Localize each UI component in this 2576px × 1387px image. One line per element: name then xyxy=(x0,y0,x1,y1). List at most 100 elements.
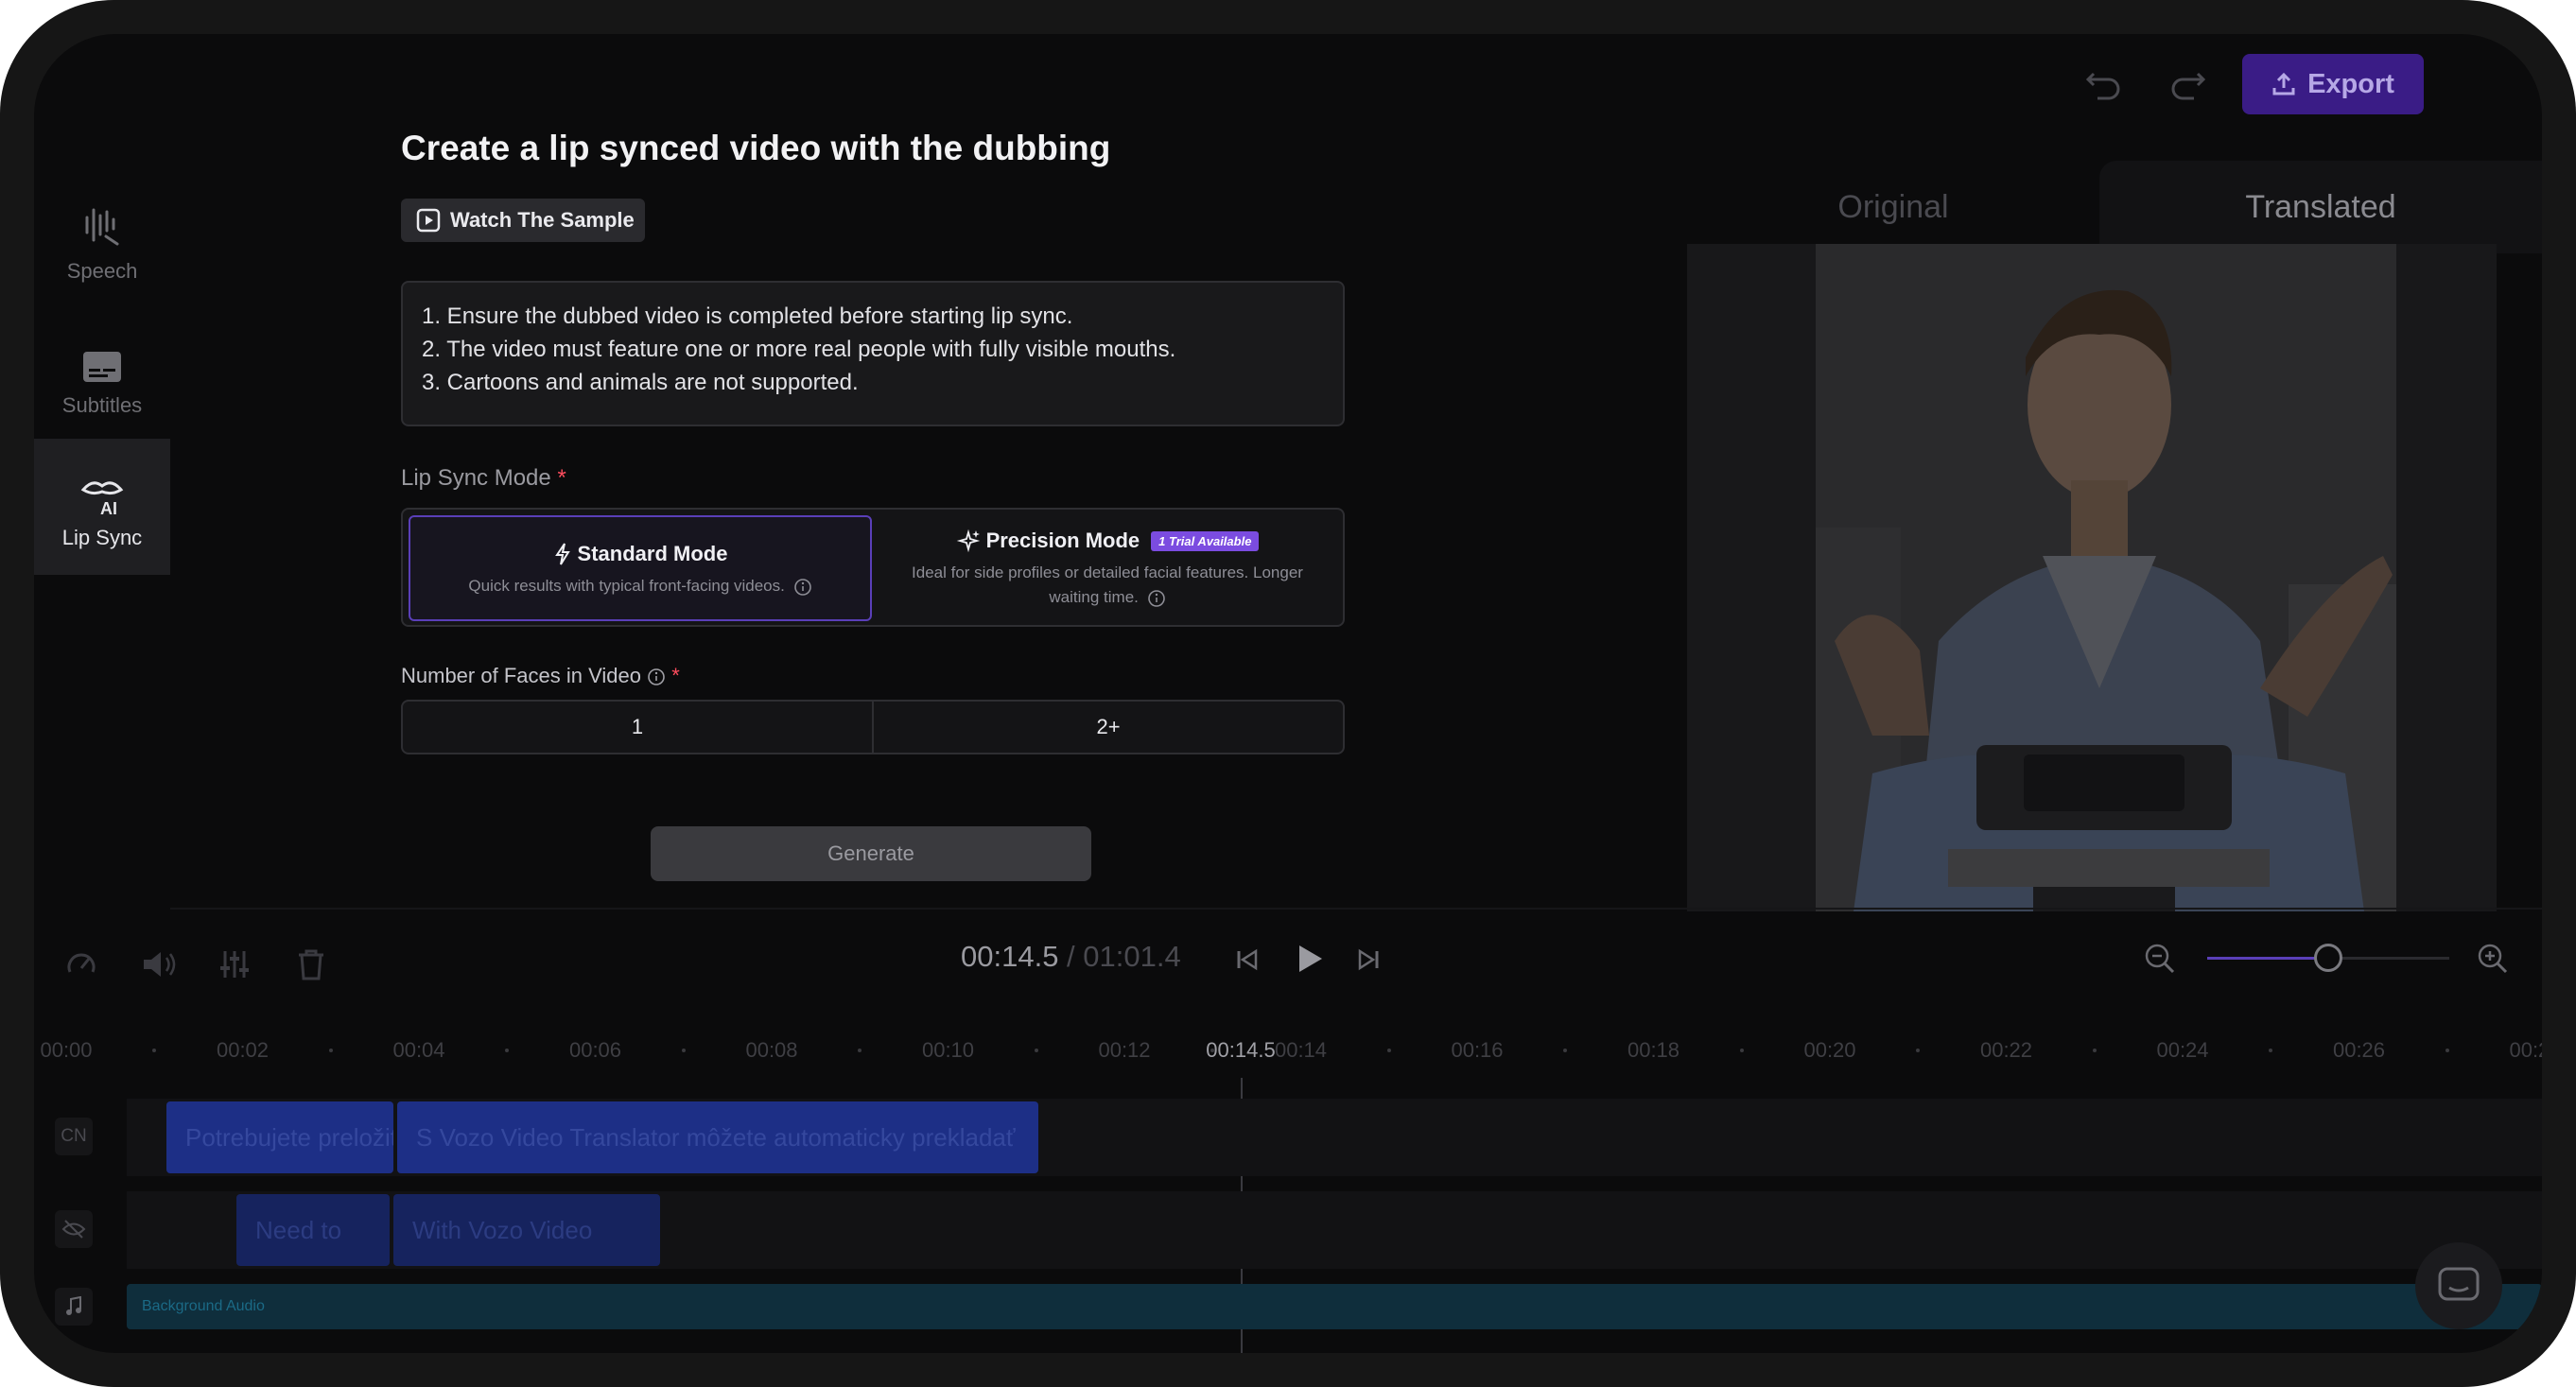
zoom-slider-fill xyxy=(2207,957,2328,960)
time-separator: / xyxy=(1058,940,1084,973)
panel-divider xyxy=(170,908,2542,910)
playhead-time: 00:14.5 xyxy=(1206,1038,1276,1062)
ruler-tick-label: 00:26 xyxy=(2332,1038,2386,1062)
ruler-tick-label: 00:18 xyxy=(1627,1038,1680,1062)
zoom-slider-handle[interactable] xyxy=(2314,944,2342,972)
chat-icon xyxy=(2438,1267,2480,1301)
lip-sync-mode-text: Lip Sync Mode xyxy=(401,465,551,491)
faces-label: Number of Faces in Video * xyxy=(401,664,680,688)
ruler-tick-dot xyxy=(681,1049,686,1052)
ruler-tick-label: 00:20 xyxy=(1803,1038,1856,1062)
precision-mode-title: Precision Mode 1 Trial Available xyxy=(876,529,1339,553)
ruler-tick-label: 00:08 xyxy=(745,1038,798,1062)
total-time: 01:01.4 xyxy=(1083,940,1181,973)
upload-icon xyxy=(2272,72,2295,95)
ruler-tick-label: 00:00 xyxy=(40,1038,93,1062)
video-frame-image xyxy=(1816,244,2396,911)
audio-track-icon xyxy=(55,1288,93,1326)
ruler-tick-dot xyxy=(2269,1049,2273,1052)
svg-text:AI: AI xyxy=(100,499,117,516)
standard-mode-desc: Quick results with typical front-facing … xyxy=(410,574,870,598)
ruler-tick-dot xyxy=(2445,1049,2449,1052)
ruler-tick-dot xyxy=(2092,1049,2097,1052)
standard-mode-desc-text: Quick results with typical front-facing … xyxy=(468,577,785,595)
ruler-tick-dot xyxy=(858,1049,862,1052)
sidebar-item-label: Speech xyxy=(66,259,138,283)
ruler-tick-dot xyxy=(1739,1049,1744,1052)
play-icon[interactable] xyxy=(1294,942,1326,976)
subtitle-clip[interactable]: With Vozo Video xyxy=(393,1194,660,1266)
lip-sync-ai-icon: AI xyxy=(80,481,124,516)
chat-support-button[interactable] xyxy=(2415,1242,2502,1329)
face-option-2-plus[interactable]: 2+ xyxy=(872,702,1343,753)
generate-button[interactable]: Generate xyxy=(651,826,1091,881)
sidebar-item-lip-sync[interactable]: AI Lip Sync xyxy=(34,439,170,575)
info-icon[interactable] xyxy=(793,578,812,597)
watch-sample-button[interactable]: Watch The Sample xyxy=(401,199,645,242)
redo-icon[interactable] xyxy=(2167,66,2207,102)
standard-mode-label: Standard Mode xyxy=(577,542,728,565)
skip-forward-icon[interactable] xyxy=(1354,945,1383,974)
mode-selector: Standard Mode Quick results with typical… xyxy=(401,508,1345,627)
page-title: Create a lip synced video with the dubbi… xyxy=(401,129,1111,167)
requirements-box: 1. Ensure the dubbed video is completed … xyxy=(401,281,1345,426)
background-audio-clip[interactable]: Background Audio xyxy=(127,1284,2542,1329)
ruler-tick-dot xyxy=(328,1049,333,1052)
preview-tabs: Original Translated xyxy=(1687,161,2542,253)
tab-original[interactable]: Original xyxy=(1687,161,2099,253)
video-preview[interactable] xyxy=(1816,244,2396,911)
trash-icon[interactable] xyxy=(295,947,327,981)
time-display: 00:14.5 / 01:01.4 xyxy=(961,940,1181,974)
speed-gauge-icon[interactable] xyxy=(64,947,98,981)
trial-badge: 1 Trial Available xyxy=(1151,530,1260,551)
required-mark: * xyxy=(557,465,566,491)
tab-translated[interactable]: Translated xyxy=(2099,161,2542,253)
ruler-tick-label: 00:02 xyxy=(216,1038,270,1062)
volume-icon[interactable] xyxy=(140,947,178,981)
export-label: Export xyxy=(2307,68,2394,99)
ruler-tick-label: 00:12 xyxy=(1098,1038,1151,1062)
requirement-item: 3. Cartoons and animals are not supporte… xyxy=(422,370,859,395)
equalizer-icon[interactable] xyxy=(218,947,252,981)
subtitles-icon xyxy=(83,352,121,382)
ruler-tick-label: 00:04 xyxy=(392,1038,445,1062)
eye-off-icon xyxy=(61,1220,86,1239)
speech-wave-icon xyxy=(85,208,119,246)
info-icon[interactable] xyxy=(1147,589,1166,608)
standard-mode-title: Standard Mode xyxy=(410,542,870,566)
ruler-tick-label: 00:10 xyxy=(921,1038,975,1062)
sidebar-item-speech[interactable]: Speech xyxy=(34,166,170,303)
standard-mode-option[interactable]: Standard Mode Quick results with typical… xyxy=(409,515,872,621)
precision-mode-option[interactable]: Precision Mode 1 Trial Available Ideal f… xyxy=(876,515,1339,621)
watch-sample-label: Watch The Sample xyxy=(450,208,635,232)
sidebar-item-label: Subtitles xyxy=(61,393,143,417)
subtitle-clip[interactable]: Need to xyxy=(236,1194,390,1266)
requirement-item: 1. Ensure the dubbed video is completed … xyxy=(422,303,1073,329)
hidden-track-icon[interactable] xyxy=(55,1210,93,1248)
subtitle-clip[interactable]: Potrebujete preložiť xyxy=(166,1101,393,1173)
skip-back-icon[interactable] xyxy=(1233,945,1262,974)
faces-label-text: Number of Faces in Video xyxy=(401,664,641,687)
undo-icon[interactable] xyxy=(2084,66,2124,102)
cn-track-label: CN xyxy=(55,1118,93,1155)
subtitle-clip[interactable]: S Vozo Video Translator môžete automatic… xyxy=(397,1101,1038,1173)
zoom-slider[interactable] xyxy=(2207,944,2449,972)
sparkle-icon xyxy=(956,529,980,553)
precision-mode-desc: Ideal for side profiles or detailed faci… xyxy=(876,561,1339,610)
app-screen: Speech Subtitles AI Lip Sync Export Crea… xyxy=(34,34,2542,1353)
zoom-out-icon[interactable] xyxy=(2143,942,2177,976)
sidebar-item-label: Lip Sync xyxy=(61,526,143,549)
precision-mode-desc-text: Ideal for side profiles or detailed faci… xyxy=(912,563,1303,606)
sidebar-item-subtitles[interactable]: Subtitles xyxy=(34,303,170,439)
precision-mode-label: Precision Mode xyxy=(985,529,1140,552)
info-icon[interactable] xyxy=(647,667,666,686)
face-option-1[interactable]: 1 xyxy=(403,702,872,753)
ruler-tick-dot xyxy=(1386,1049,1391,1052)
music-note-icon xyxy=(66,1296,81,1315)
device-frame: Speech Subtitles AI Lip Sync Export Crea… xyxy=(0,0,2576,1387)
ruler-tick-label: 00:28 xyxy=(2509,1038,2542,1062)
zoom-in-icon[interactable] xyxy=(2476,942,2510,976)
ruler-tick-dot xyxy=(152,1049,157,1052)
requirement-item: 2. The video must feature one or more re… xyxy=(422,337,1176,362)
export-button[interactable]: Export xyxy=(2242,54,2424,114)
